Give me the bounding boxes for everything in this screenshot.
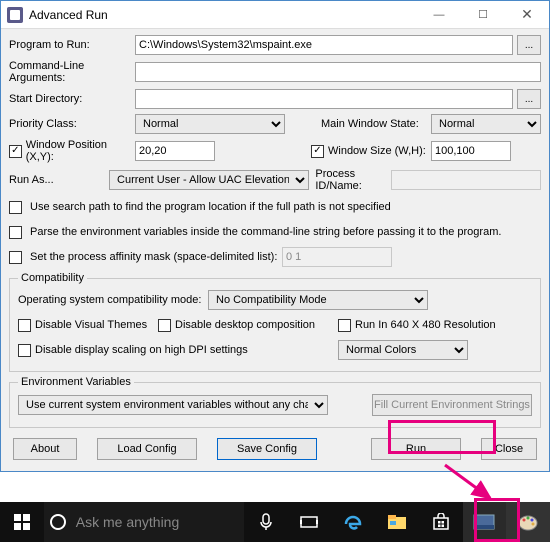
window-title: Advanced Run: [29, 8, 417, 22]
app-icon: [7, 7, 23, 23]
explorer-icon[interactable]: [375, 502, 419, 542]
procid-input[interactable]: [391, 170, 541, 190]
about-button[interactable]: About: [13, 438, 77, 460]
priority-label: Priority Class:: [9, 118, 135, 130]
arrow-annotation: [440, 460, 500, 500]
runas-select[interactable]: Current User - Allow UAC Elevation: [109, 170, 309, 190]
program-browse-button[interactable]: ...: [517, 35, 541, 55]
winsize-label: Window Size (W,H):: [328, 145, 426, 157]
affinity-label: Set the process affinity mask (space-del…: [30, 251, 278, 263]
maximize-button[interactable]: ☐: [461, 1, 505, 29]
args-input[interactable]: [135, 62, 541, 82]
compat-fieldset: Compatibility Operating system compatibi…: [9, 272, 541, 372]
usesearch-label: Use search path to find the program loca…: [30, 201, 391, 213]
cortana-search[interactable]: Ask me anything: [44, 502, 244, 542]
disvisual-checkbox[interactable]: [18, 319, 31, 332]
edge-icon[interactable]: [331, 502, 375, 542]
store-icon[interactable]: [419, 502, 463, 542]
disvisual-label: Disable Visual Themes: [35, 319, 147, 331]
procid-label: Process ID/Name:: [315, 168, 386, 192]
close-button[interactable]: ✕: [505, 1, 549, 29]
compatmode-label: Operating system compatibility mode:: [18, 294, 208, 306]
start-button[interactable]: [0, 502, 44, 542]
args-label: Command-Line Arguments:: [9, 60, 135, 84]
parseenv-checkbox[interactable]: [9, 226, 22, 239]
env-legend: Environment Variables: [18, 376, 134, 388]
load-config-button[interactable]: Load Config: [97, 438, 197, 460]
fillenv-button[interactable]: Fill Current Environment Strings: [372, 394, 532, 416]
disdesktop-checkbox[interactable]: [158, 319, 171, 332]
program-input[interactable]: [135, 35, 513, 55]
minimize-button[interactable]: —: [417, 1, 461, 29]
startdir-input[interactable]: [135, 89, 513, 109]
priority-select[interactable]: Normal: [135, 114, 285, 134]
runas-label: Run As...: [9, 174, 109, 186]
button-row: About Load Config Save Config Run Close: [9, 432, 541, 460]
close-dialog-button[interactable]: Close: [481, 438, 537, 460]
colors-select[interactable]: Normal Colors: [338, 340, 468, 360]
disdesktop-label: Disable desktop composition: [175, 319, 315, 331]
content-area: Program to Run: ... Command-Line Argumen…: [1, 29, 549, 464]
app-taskbar-icon[interactable]: [463, 502, 507, 542]
affinity-input[interactable]: [282, 247, 392, 267]
run-button[interactable]: Run: [371, 438, 461, 460]
paint-taskbar-icon[interactable]: [506, 502, 550, 542]
startdir-label: Start Directory:: [9, 93, 135, 105]
compatmode-select[interactable]: No Compatibility Mode: [208, 290, 428, 310]
cortana-placeholder: Ask me anything: [76, 514, 180, 530]
winsize-input[interactable]: [431, 141, 511, 161]
disdpi-label: Disable display scaling on high DPI sett…: [35, 344, 248, 356]
usesearch-checkbox[interactable]: [9, 201, 22, 214]
parseenv-label: Parse the environment variables inside t…: [30, 226, 501, 238]
taskview-icon[interactable]: [288, 502, 332, 542]
winsize-checkbox[interactable]: [311, 145, 324, 158]
startdir-browse-button[interactable]: ...: [517, 89, 541, 109]
winpos-input[interactable]: [135, 141, 215, 161]
save-config-button[interactable]: Save Config: [217, 438, 317, 460]
compat-legend: Compatibility: [18, 272, 87, 284]
mainwin-select[interactable]: Normal: [431, 114, 541, 134]
run640-label: Run In 640 X 480 Resolution: [355, 319, 496, 331]
program-label: Program to Run:: [9, 39, 135, 51]
disdpi-checkbox[interactable]: [18, 344, 31, 357]
taskbar[interactable]: Ask me anything: [0, 502, 550, 542]
mic-icon[interactable]: [244, 502, 288, 542]
app-window: Advanced Run — ☐ ✕ Program to Run: ... C…: [0, 0, 550, 472]
run640-checkbox[interactable]: [338, 319, 351, 332]
winpos-checkbox[interactable]: [9, 145, 22, 158]
envvars-select[interactable]: Use current system environment variables…: [18, 395, 328, 415]
affinity-checkbox[interactable]: [9, 251, 22, 264]
winpos-label: Window Position (X,Y):: [26, 139, 135, 163]
env-fieldset: Environment Variables Use current system…: [9, 376, 541, 428]
titlebar[interactable]: Advanced Run — ☐ ✕: [1, 1, 549, 29]
window-buttons: — ☐ ✕: [417, 1, 549, 29]
cortana-icon: [50, 514, 66, 530]
mainwin-label: Main Window State:: [321, 118, 431, 130]
